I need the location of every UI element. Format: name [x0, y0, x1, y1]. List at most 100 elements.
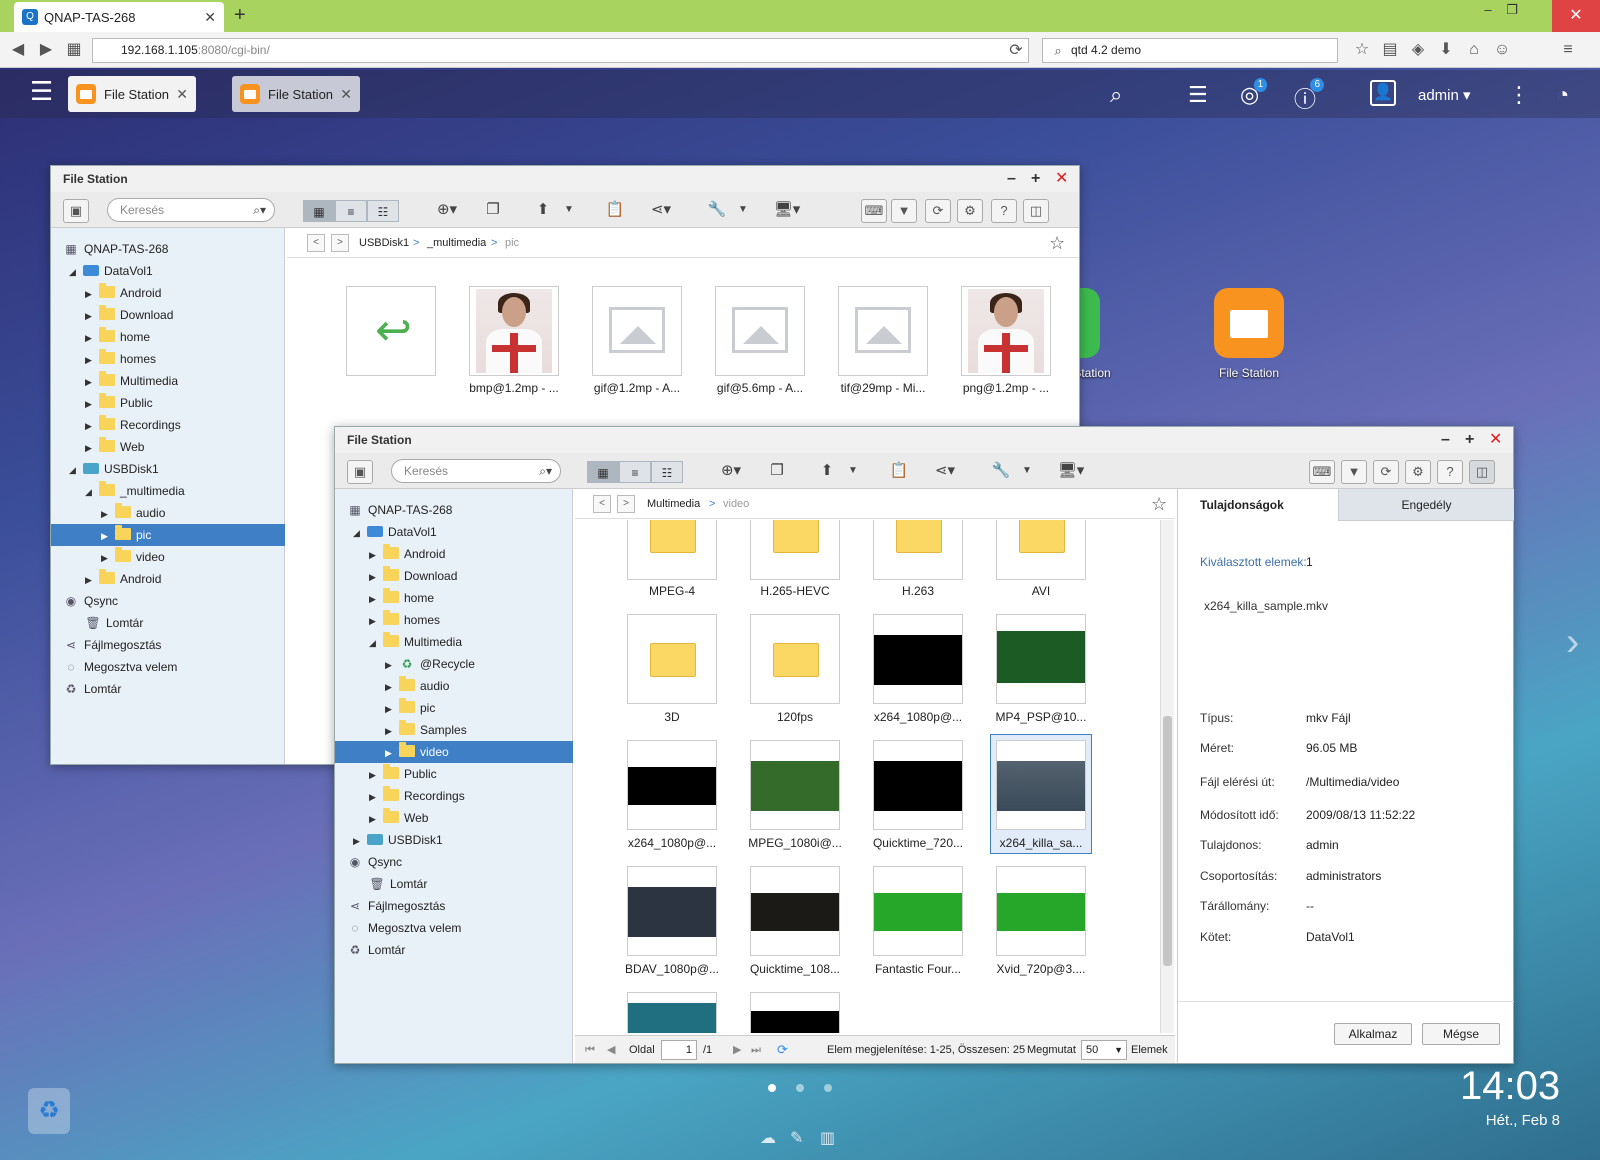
- chat-icon[interactable]: ☺: [1492, 40, 1512, 60]
- upload-icon[interactable]: ⬆: [815, 459, 839, 483]
- video-tile[interactable]: [873, 866, 963, 956]
- tree-item-multimedia-usb[interactable]: ◢ _multimedia: [85, 480, 185, 502]
- tree-item-nas[interactable]: ▦ QNAP-TAS-268: [347, 499, 452, 521]
- file-tile[interactable]: [715, 286, 805, 376]
- file-station-desktop-icon[interactable]: [1214, 288, 1284, 358]
- tree-item-qsync[interactable]: ◉ Qsync: [347, 851, 402, 873]
- file-tile[interactable]: [838, 286, 928, 376]
- tree-item-file-sharing[interactable]: ⋖ Fájlmegosztás: [63, 634, 161, 656]
- maximize-icon[interactable]: +: [1465, 427, 1474, 453]
- scrollbar[interactable]: [1160, 520, 1174, 1033]
- paste-icon[interactable]: 📋: [603, 198, 627, 222]
- toggle-panel-icon[interactable]: ◫: [1023, 199, 1049, 223]
- tools-dropdown-icon[interactable]: ▼: [1019, 459, 1035, 483]
- filter-icon[interactable]: ▼: [1341, 460, 1367, 484]
- tree-item-datavol1[interactable]: ◢ DataVol1: [69, 260, 153, 282]
- bookmark-star-icon[interactable]: ☆: [1352, 40, 1372, 60]
- book-icon[interactable]: ▥: [820, 1128, 835, 1148]
- search-input[interactable]: Keresés ⌕▾: [107, 198, 275, 222]
- remote-mount-icon[interactable]: 🖥▾: [1053, 459, 1089, 483]
- tree-item-homes[interactable]: ▶ homes: [369, 609, 440, 631]
- file-tile[interactable]: [469, 286, 559, 376]
- share-icon[interactable]: ⋖▾: [927, 459, 963, 483]
- tree-item-android[interactable]: ▶ Android: [369, 543, 445, 565]
- video-tile[interactable]: [996, 614, 1086, 704]
- qts-search-icon[interactable]: ⌕: [1110, 82, 1122, 108]
- tree-item-usbdisk1[interactable]: ▶ USBDisk1: [353, 829, 443, 851]
- qts-tab-file-station-2[interactable]: File Station ✕: [232, 76, 360, 112]
- cancel-button[interactable]: Mégse: [1422, 1023, 1500, 1045]
- video-tile[interactable]: [750, 992, 840, 1033]
- tools-icon[interactable]: 🔧: [705, 198, 729, 222]
- network-drive-icon[interactable]: ⌨: [1309, 460, 1335, 484]
- tree-item-audio[interactable]: ▶ audio: [101, 502, 165, 524]
- tree-item-pic[interactable]: ▶ pic: [51, 524, 285, 546]
- tree-item-multimedia[interactable]: ▶ Multimedia: [85, 370, 178, 392]
- tools-dropdown-icon[interactable]: ▼: [735, 198, 751, 222]
- crumb-pic[interactable]: pic: [505, 228, 519, 258]
- browser-search-input[interactable]: qtd 4.2 demo: [1042, 38, 1338, 63]
- video-tile[interactable]: [873, 614, 963, 704]
- tree-item-shared-with-me[interactable]: ◌ Megosztva velem: [63, 656, 177, 678]
- tree-item-web[interactable]: ▶ Web: [85, 436, 144, 458]
- menu-icon[interactable]: ≡: [1558, 40, 1578, 60]
- list-view-icon[interactable]: ≡: [335, 200, 367, 222]
- tree-item-nas[interactable]: ▦ QNAP-TAS-268: [63, 238, 168, 260]
- cloud-icon[interactable]: ☁: [760, 1128, 776, 1148]
- scrollbar-thumb[interactable]: [1163, 716, 1172, 966]
- reading-list-icon[interactable]: ▤: [1380, 40, 1400, 60]
- home-icon[interactable]: ⌂: [1464, 40, 1484, 60]
- minimize-icon[interactable]: –: [1441, 427, 1450, 453]
- tree-item-shared-with-me[interactable]: ◌ Megosztva velem: [347, 917, 461, 939]
- detail-view-icon[interactable]: ☷: [651, 461, 683, 483]
- crumb-usbdisk1[interactable]: USBDisk1: [359, 228, 409, 258]
- next-page-chevron-icon[interactable]: ›: [1566, 620, 1579, 665]
- folder-tile[interactable]: [750, 614, 840, 704]
- copy-icon[interactable]: ❐: [481, 198, 505, 222]
- user-menu[interactable]: admin ▾: [1418, 86, 1471, 104]
- tree-item-trash[interactable]: ♻ Lomtár: [347, 939, 406, 961]
- tree-item-public[interactable]: ▶ Public: [369, 763, 437, 785]
- help-icon[interactable]: ?: [1437, 460, 1463, 484]
- new-tab-icon[interactable]: +: [234, 4, 246, 27]
- favorite-star-icon[interactable]: ☆: [1049, 228, 1065, 258]
- remote-mount-icon[interactable]: 🖥▾: [769, 198, 805, 222]
- tree-item-qsync[interactable]: ◉ Qsync: [63, 590, 118, 612]
- qts-tab-file-station-1[interactable]: File Station ✕: [68, 76, 196, 112]
- first-page-icon[interactable]: ⏮: [585, 1036, 595, 1064]
- refresh-icon[interactable]: ⟳: [777, 1036, 788, 1064]
- hamburger-menu-icon[interactable]: ☰: [30, 78, 53, 104]
- tree-item-usbdisk1[interactable]: ◢ USBDisk1: [69, 458, 159, 480]
- tree-item-android-usb[interactable]: ▶ Android: [85, 568, 161, 590]
- tree-item-pic[interactable]: ▶ pic: [385, 697, 435, 719]
- more-options-icon[interactable]: ⋮: [1508, 82, 1530, 108]
- tree-item-video[interactable]: ▶ video: [335, 741, 573, 763]
- tree-item-download[interactable]: ▶ Download: [369, 565, 457, 587]
- tools-icon[interactable]: 🔧: [989, 459, 1013, 483]
- close-tab-icon[interactable]: ✕: [204, 9, 216, 26]
- tree-item-multimedia[interactable]: ◢ Multimedia: [369, 631, 462, 653]
- video-tile[interactable]: [996, 866, 1086, 956]
- grid-icon[interactable]: ▦: [64, 40, 84, 60]
- folder-tile[interactable]: [627, 614, 717, 704]
- tree-item-home[interactable]: ▶ home: [369, 587, 434, 609]
- folder-tile[interactable]: [873, 520, 963, 580]
- video-tile[interactable]: [750, 740, 840, 830]
- toggle-sidebar-icon[interactable]: ▣: [347, 460, 373, 484]
- settings-icon[interactable]: ⚙: [1405, 460, 1431, 484]
- tree-item-homes[interactable]: ▶ homes: [85, 348, 156, 370]
- tree-item-audio[interactable]: ▶ audio: [385, 675, 449, 697]
- minimize-window-icon[interactable]: –: [1476, 2, 1500, 24]
- url-bar[interactable]: 192.168.1.105:8080/cgi-bin/: [92, 38, 1029, 63]
- close-icon[interactable]: ✕: [1055, 166, 1068, 192]
- upload-dropdown-icon[interactable]: ▼: [845, 459, 861, 483]
- tree-item-web[interactable]: ▶ Web: [369, 807, 428, 829]
- tree-item-datavol1[interactable]: ◢ DataVol1: [353, 521, 437, 543]
- forward-icon[interactable]: ▶: [36, 40, 56, 60]
- crumb-multimedia[interactable]: _multimedia: [427, 228, 486, 258]
- tree-item-recordings[interactable]: ▶ Recordings: [369, 785, 465, 807]
- copy-icon[interactable]: ❐: [765, 459, 789, 483]
- network-drive-icon[interactable]: ⌨: [861, 199, 887, 223]
- video-tile[interactable]: [627, 740, 717, 830]
- page-dot[interactable]: [824, 1084, 832, 1092]
